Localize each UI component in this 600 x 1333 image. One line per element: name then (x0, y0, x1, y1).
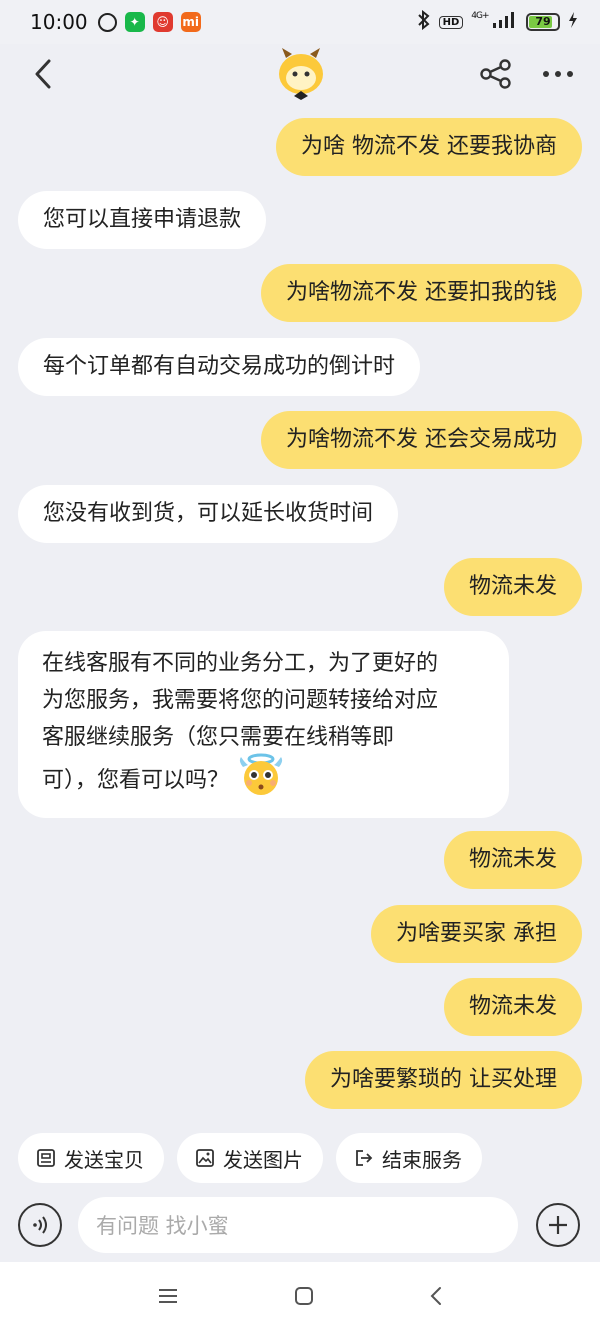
message-line: 为您服务，我需要将您的问题转接给对应 (42, 688, 439, 713)
back-button[interactable] (28, 54, 58, 94)
home-icon (295, 1286, 313, 1305)
message-input-placeholder: 有问题 找小蜜 (96, 1214, 229, 1238)
alarm-icon (97, 12, 117, 32)
plus-icon (549, 1216, 567, 1234)
bluetooth-icon (417, 9, 431, 34)
hd-icon: HD (438, 15, 464, 29)
image-icon (196, 1149, 214, 1167)
wechat-icon: ✦ (124, 12, 145, 32)
send-product-label: 发送宝贝 (64, 1147, 144, 1172)
message-bubble-me[interactable]: 物流未发 (443, 558, 582, 616)
share-icon (480, 59, 511, 89)
message-bubble-them[interactable]: 每个订单都有自动交易成功的倒计时 (18, 338, 421, 396)
message-bubble-them[interactable]: 您可以直接申请退款 (18, 191, 267, 249)
menu-nav-button[interactable] (157, 1287, 179, 1309)
send-image-button[interactable]: 发送图片 (177, 1133, 323, 1183)
message-bubble-me[interactable]: 为啥要繁琐的 让买处理 (305, 1051, 582, 1109)
more-button[interactable] (542, 70, 574, 78)
chat-header (0, 44, 600, 104)
send-product-button[interactable]: 发送宝贝 (18, 1133, 164, 1183)
message-bubble-me[interactable]: 物流未发 (443, 831, 582, 889)
mi-icon: mi (180, 12, 201, 32)
status-bar: 10:00 ✦ ☺ mi HD 4G+ 79 (0, 0, 600, 44)
mascot-logo-icon (276, 44, 326, 104)
input-bar: 有问题 找小蜜 (0, 1192, 600, 1258)
share-button[interactable] (480, 59, 512, 89)
menu-icon (159, 1288, 177, 1303)
message-line: 可），您看可以吗？ (42, 767, 230, 793)
send-image-label: 发送图片 (223, 1147, 303, 1172)
back-nav-icon (430, 1286, 441, 1305)
plus-button[interactable] (536, 1203, 580, 1247)
charging-icon (568, 12, 578, 32)
quick-actions: 发送宝贝 发送图片 结束服务 (18, 1133, 482, 1183)
back-nav-button[interactable] (429, 1285, 443, 1311)
message-bubble-them[interactable]: 您没有收到货，可以延长收货时间 (18, 485, 399, 543)
battery-icon: 79 (526, 13, 560, 31)
app-red-icon: ☺ (152, 12, 173, 32)
signal-icon: 4G+ (471, 11, 518, 33)
message-bubble-me[interactable]: 为啥物流不发 还会交易成功 (261, 411, 582, 469)
system-nav-bar (0, 1262, 600, 1333)
back-icon (35, 59, 51, 89)
status-time: 10:00 (30, 10, 88, 34)
message-bubble-me[interactable]: 为啥物流不发 还要扣我的钱 (261, 264, 582, 322)
more-icon (543, 71, 573, 77)
home-nav-button[interactable] (293, 1285, 315, 1311)
message-bubble-me[interactable]: 物流未发 (443, 978, 582, 1036)
message-bubble-me[interactable]: 为啥 物流不发 还要我协商 (276, 118, 582, 176)
product-icon (37, 1149, 55, 1167)
end-service-label: 结束服务 (382, 1147, 462, 1172)
voice-icon (33, 1216, 47, 1234)
chat-history[interactable]: 为啥 物流不发 还要我协商 您可以直接申请退款 为啥物流不发 还要扣我的钱 每个… (0, 104, 600, 1128)
end-service-button[interactable]: 结束服务 (336, 1133, 482, 1183)
message-bubble-me[interactable]: 为啥要买家 承担 (371, 905, 582, 963)
voice-button[interactable] (18, 1203, 62, 1247)
message-input[interactable]: 有问题 找小蜜 (78, 1197, 518, 1253)
message-bubble-them[interactable]: 在线客服有不同的业务分工，为了更好的 为您服务，我需要将您的问题转接给对应 客服… (18, 631, 509, 818)
message-line: 在线客服有不同的业务分工，为了更好的 (42, 651, 439, 676)
exit-icon (356, 1150, 373, 1166)
battery-level: 79 (535, 15, 551, 28)
network-label: 4G+ (471, 11, 489, 21)
angel-face-emoji (237, 751, 285, 809)
